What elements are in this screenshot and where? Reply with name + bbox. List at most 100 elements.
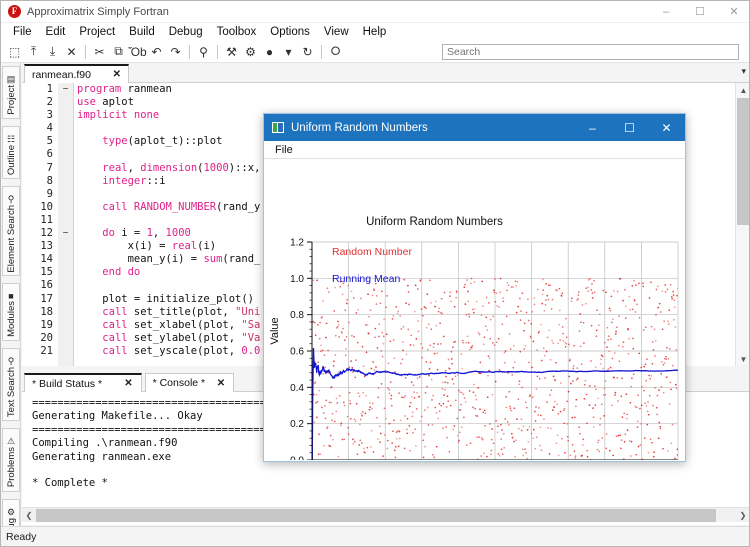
outline-icon: ☷ xyxy=(6,133,16,144)
output-tab-label: * Build Status * xyxy=(32,377,103,390)
menu-file[interactable]: File xyxy=(6,25,39,39)
clean-icon[interactable]: ⚒ xyxy=(222,42,241,61)
legend-entry-running-mean: Running Mean xyxy=(332,273,400,285)
toolbar-separator xyxy=(189,44,190,59)
y-tick-label: 0.6 xyxy=(290,347,304,358)
scroll-right-icon[interactable]: ❯ xyxy=(736,508,749,523)
save-file-icon[interactable]: ⤓ xyxy=(43,42,62,61)
menu-toolbox[interactable]: Toolbox xyxy=(210,25,264,39)
y-axis-label: Value xyxy=(269,317,281,344)
close-file-icon[interactable]: ✕ xyxy=(62,42,81,61)
search-input[interactable] xyxy=(442,44,739,60)
debug-icon[interactable]: ↻ xyxy=(298,42,317,61)
cut-icon[interactable]: ✂ xyxy=(90,42,109,61)
close-button[interactable]: ✕ xyxy=(717,1,749,23)
run-icon[interactable]: ● xyxy=(260,42,279,61)
plot-maximize-button[interactable]: ☐ xyxy=(611,114,648,141)
app-title: Approximatrix Simply Fortran xyxy=(27,5,169,18)
breakpoint-icon[interactable]: ⭘ xyxy=(326,42,345,61)
menu-debug[interactable]: Debug xyxy=(162,25,210,39)
sidebar-item-problems[interactable]: Problems ⚠ xyxy=(2,428,20,492)
output-tab-buildstatus[interactable]: * Build Status * ✕ xyxy=(24,373,142,392)
scroll-up-icon[interactable]: ▲ xyxy=(736,83,749,97)
warning-triangle-icon: ⚠ xyxy=(6,436,16,447)
chart-title: Uniform Random Numbers xyxy=(366,216,503,228)
text-search-icon: ⚲ xyxy=(7,356,15,367)
menu-view[interactable]: View xyxy=(317,25,356,39)
scrollbar-track[interactable] xyxy=(36,508,736,522)
close-icon[interactable]: ✕ xyxy=(120,378,136,389)
copy-icon[interactable]: ⧉ xyxy=(109,42,128,61)
sidebar-item-modules[interactable]: Modules ■ xyxy=(2,283,20,342)
scrollbar-thumb[interactable] xyxy=(737,98,749,225)
sidebar-item-label: Project xyxy=(5,85,17,115)
code-line[interactable]: use aplot xyxy=(77,96,735,109)
editor-vertical-scrollbar[interactable]: ▲ ▼ xyxy=(735,83,749,366)
chevron-down-icon[interactable]: ▾ xyxy=(741,66,746,77)
y-tick-label: 0.8 xyxy=(290,310,304,321)
plot-menu-file[interactable]: File xyxy=(271,143,297,157)
run-dropdown-icon[interactable]: ▾ xyxy=(279,42,298,61)
code-fold-gutter[interactable]: − − xyxy=(58,83,74,366)
sidebar-item-label: Text Search xyxy=(5,367,17,418)
output-tab-console[interactable]: * Console * ✕ xyxy=(144,373,235,392)
menu-edit[interactable]: Edit xyxy=(39,25,73,39)
line-number: 9 xyxy=(46,187,53,200)
redo-icon[interactable]: ↷ xyxy=(166,42,185,61)
line-number: 19 xyxy=(40,318,53,331)
sidebar-item-outline[interactable]: Outline ☷ xyxy=(2,125,20,179)
line-number: 11 xyxy=(40,213,53,226)
open-file-icon[interactable]: ⤒ xyxy=(24,42,43,61)
output-horizontal-scrollbar[interactable]: ❮ ❯ xyxy=(22,507,749,523)
element-search-icon: ⚲ xyxy=(7,193,15,204)
app-logo-icon: F xyxy=(8,5,21,18)
editor-tab-ranmean[interactable]: ranmean.f90 ✕ xyxy=(24,64,129,83)
status-text: Ready xyxy=(6,530,37,543)
plot-close-button[interactable]: ✕ xyxy=(648,114,685,141)
build-icon[interactable]: ⚙ xyxy=(241,42,260,61)
close-icon[interactable]: ✕ xyxy=(110,69,124,80)
sidebar-item-project[interactable]: Project ▤ xyxy=(2,66,20,119)
sidebar-item-text-search[interactable]: Text Search ⚲ xyxy=(2,348,20,422)
undo-icon[interactable]: ↶ xyxy=(147,42,166,61)
console-line: * Complete * xyxy=(32,477,108,490)
line-number: 10 xyxy=(40,200,53,213)
code-line[interactable]: program ranmean xyxy=(77,83,735,96)
fold-toggle-icon[interactable]: − xyxy=(58,227,73,240)
line-number: 6 xyxy=(46,148,53,161)
menu-project[interactable]: Project xyxy=(72,25,122,39)
scroll-down-icon[interactable]: ▼ xyxy=(736,352,749,366)
scroll-left-icon[interactable]: ❮ xyxy=(22,508,36,523)
sidebar-item-element-search[interactable]: Element Search ⚲ xyxy=(2,185,20,277)
sidebar-item-label: Modules xyxy=(5,301,17,338)
fold-toggle-icon[interactable]: − xyxy=(58,83,73,96)
menu-options[interactable]: Options xyxy=(263,25,317,39)
find-icon[interactable]: ⚲ xyxy=(194,42,213,61)
new-file-icon[interactable]: ⬚ xyxy=(5,42,24,61)
line-number: 14 xyxy=(40,253,53,266)
left-dock: Project ▤ Outline ☷ Element Search ⚲ Modules ■ T… xyxy=(1,63,21,546)
y-tick-label: 0.2 xyxy=(290,419,304,430)
menu-build[interactable]: Build xyxy=(122,25,162,39)
paste-icon[interactable]: Ὄb xyxy=(128,42,147,61)
minimize-button[interactable]: – xyxy=(649,1,683,23)
y-tick-label: 0.4 xyxy=(290,383,304,394)
maximize-button[interactable]: ☐ xyxy=(683,1,717,23)
close-icon[interactable]: ✕ xyxy=(213,378,229,389)
plot-minimize-button[interactable]: – xyxy=(574,114,611,141)
line-number: 12 xyxy=(40,227,53,240)
menu-help[interactable]: Help xyxy=(356,25,394,39)
scrollbar-thumb[interactable] xyxy=(36,508,716,522)
plot-window[interactable]: Uniform Random Numbers – ☐ ✕ File Unifor… xyxy=(263,113,687,496)
plot-window-title: Uniform Random Numbers xyxy=(291,121,428,134)
line-number-gutter: 1 2 3 4 5 6 7 8 9 10 11 12 13 14 15 16 17 18 19 20 21 xyxy=(22,83,58,366)
